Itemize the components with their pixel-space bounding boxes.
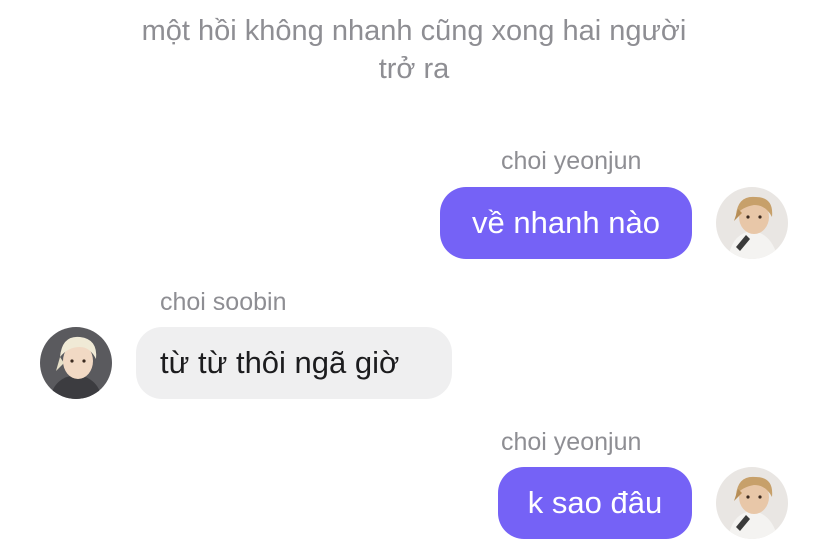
avatar-soobin[interactable]	[40, 327, 112, 399]
avatar-yeonjun[interactable]	[716, 187, 788, 259]
avatar-photo-icon	[716, 467, 788, 539]
narration-text: một hồi không nhanh cũng xong hai người …	[80, 12, 748, 88]
message-bubble-received[interactable]: từ từ thôi ngã giờ	[136, 327, 452, 399]
avatar-photo-icon	[716, 187, 788, 259]
avatar-photo-icon	[40, 327, 112, 399]
sender-name: choi soobin	[160, 288, 287, 316]
message-bubble-sent[interactable]: về nhanh nào	[440, 187, 692, 259]
narration-line-1: một hồi không nhanh cũng xong hai người	[141, 15, 687, 47]
sender-name: choi yeonjun	[501, 428, 642, 456]
narration-line-2: trở ra	[378, 53, 450, 85]
avatar-yeonjun[interactable]	[716, 467, 788, 539]
message-bubble-sent[interactable]: k sao đâu	[498, 467, 692, 539]
sender-name: choi yeonjun	[501, 147, 642, 175]
